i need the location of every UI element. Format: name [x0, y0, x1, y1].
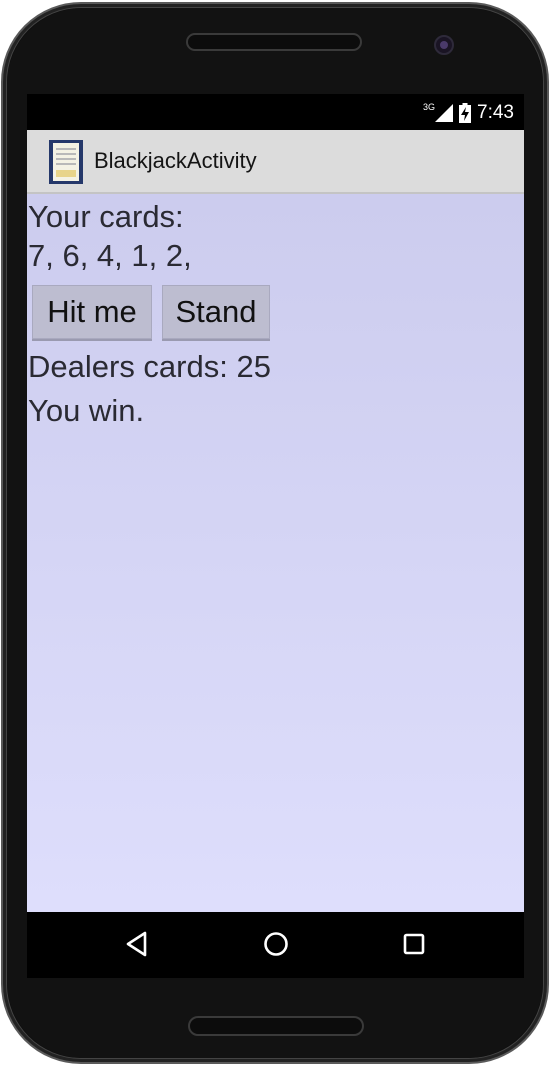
- your-cards-label: Your cards:: [28, 199, 184, 234]
- battery-charging-icon: [459, 103, 472, 123]
- navigation-bar: [27, 912, 524, 978]
- status-icons: 3G 7:43: [423, 102, 514, 124]
- app-title: BlackjackActivity: [94, 148, 257, 173]
- dealer-cards-label: Dealers cards: 25: [28, 349, 271, 384]
- home-circle-icon[interactable]: [261, 929, 291, 959]
- game-content: Your cards: 7, 6, 4, 1, 2, Hit me Stand …: [27, 194, 524, 912]
- network-type-label: 3G: [423, 102, 436, 112]
- action-bar: BlackjackActivity: [27, 130, 524, 194]
- recents-square-icon[interactable]: [399, 929, 429, 959]
- your-cards-values: 7, 6, 4, 1, 2,: [28, 238, 192, 273]
- stand-button[interactable]: Stand: [162, 285, 270, 339]
- back-triangle-icon[interactable]: [123, 929, 153, 959]
- earpiece-speaker: [186, 33, 362, 51]
- status-bar: 3G 7:43: [27, 94, 524, 130]
- hit-me-button[interactable]: Hit me: [32, 285, 152, 339]
- signal-icon: [435, 104, 454, 122]
- result-text: You win.: [28, 393, 145, 428]
- front-camera: [434, 35, 454, 55]
- app-icon: [49, 140, 83, 184]
- status-clock: 7:43: [477, 102, 514, 123]
- bottom-speaker: [188, 1016, 364, 1036]
- device-screen: 3G 7:43 BlackjackActivity Your cards: 7,…: [27, 94, 524, 978]
